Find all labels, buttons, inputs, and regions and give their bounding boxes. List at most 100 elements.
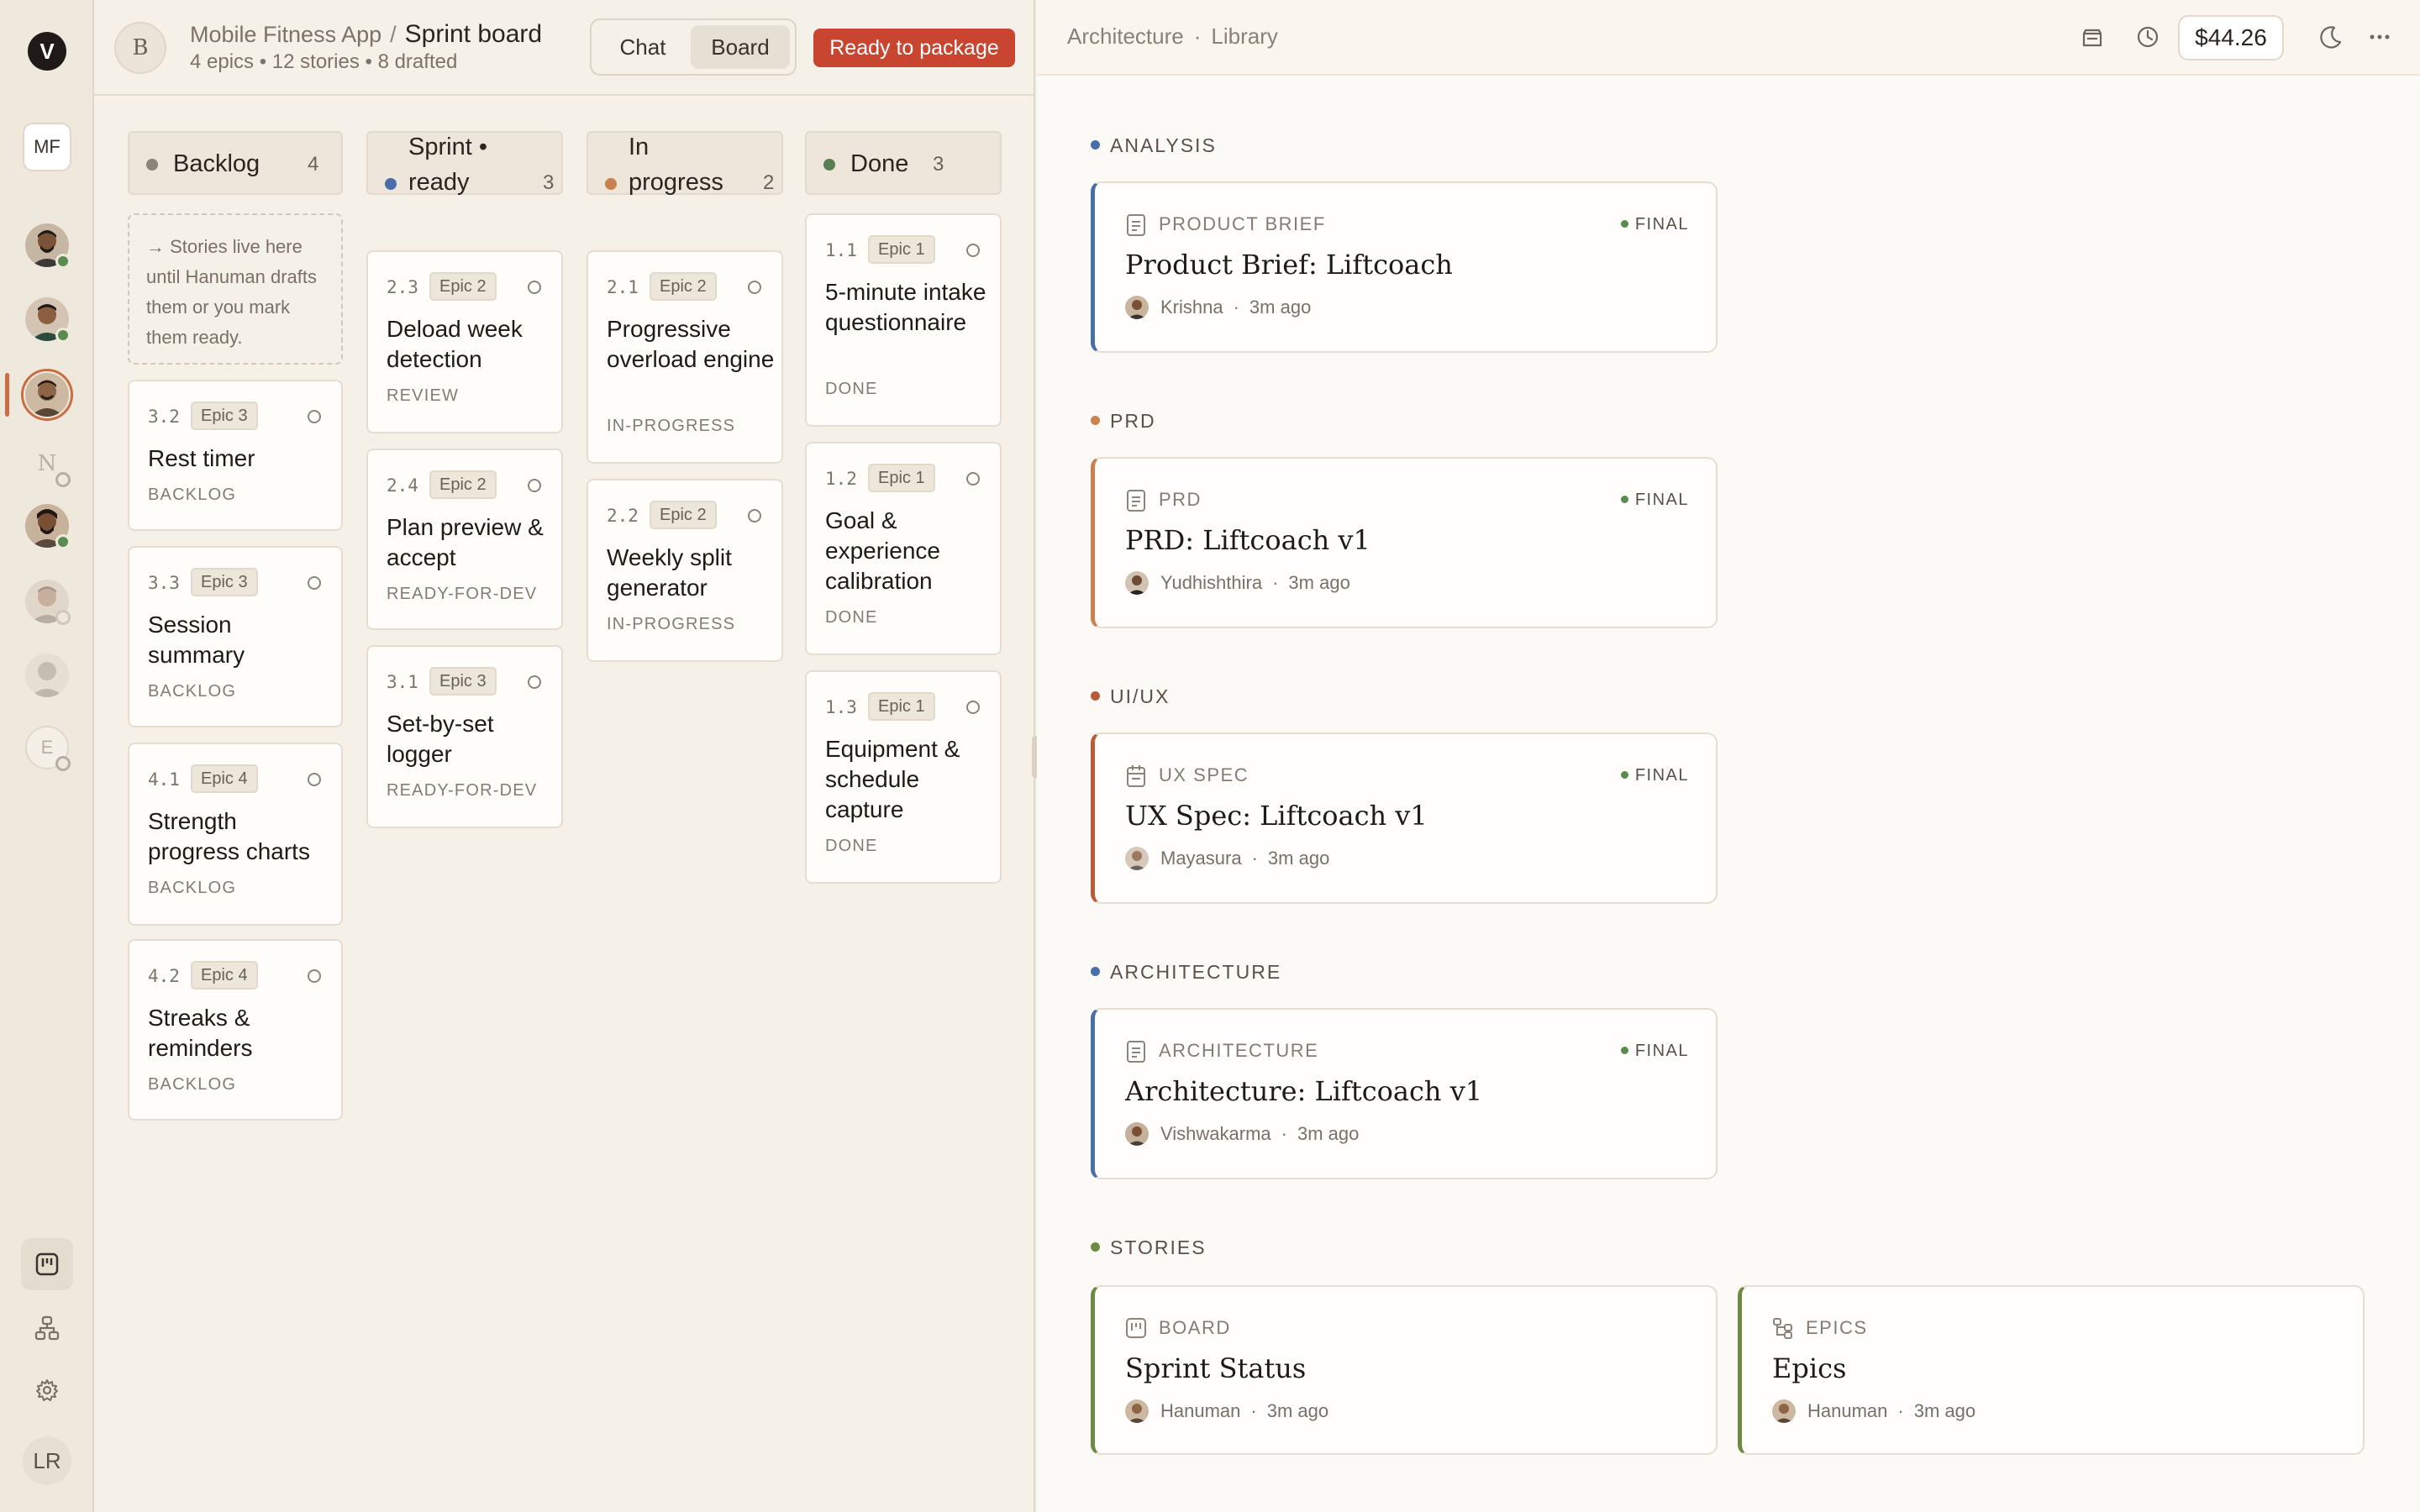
story-card[interactable]: 3.2 Epic 3 Rest timer BACKLOG	[128, 380, 343, 531]
breadcrumb-project[interactable]: Mobile Fitness App	[190, 22, 381, 47]
document-title: Epics	[1772, 1352, 1847, 1384]
epic-badge: Epic 2	[650, 501, 717, 529]
document-card[interactable]: PRD FINAL PRD: Liftcoach v1 Yudhishthira…	[1091, 457, 1718, 628]
status-circle-icon[interactable]	[748, 509, 761, 522]
document-card[interactable]: EPICS Epics Hanuman · 3m ago	[1738, 1285, 2365, 1455]
status-circle-icon[interactable]	[966, 472, 980, 486]
avatar	[1125, 571, 1149, 595]
backlog-hint: → Stories live here until Hanuman drafts…	[128, 213, 343, 365]
story-card[interactable]: 2.2 Epic 2 Weekly split generator IN-PRO…	[587, 479, 783, 662]
story-number: 3.2	[148, 407, 180, 427]
hierarchy-tool-button[interactable]	[21, 1302, 73, 1354]
agent-avatar-e[interactable]: E	[25, 726, 71, 771]
user-avatar[interactable]: LR	[23, 1436, 71, 1485]
board-tool-button[interactable]	[21, 1238, 73, 1290]
breadcrumb-architecture[interactable]: Architecture	[1067, 24, 1184, 49]
avatar	[1125, 1122, 1149, 1146]
epic-badge: Epic 3	[191, 568, 258, 596]
story-card[interactable]: 3.1 Epic 3 Set-by-set logger READY-FOR-D…	[366, 645, 563, 828]
more-icon[interactable]	[2370, 34, 2390, 40]
section-dot	[1091, 140, 1100, 150]
status-circle-icon[interactable]	[966, 701, 980, 714]
story-number: 2.3	[387, 277, 418, 297]
author-name: Hanuman	[1160, 1400, 1241, 1421]
story-number: 2.4	[387, 475, 418, 496]
status-circle-icon[interactable]	[308, 410, 321, 423]
page-title: Sprint board	[404, 20, 543, 48]
board-tab[interactable]: Board	[691, 25, 790, 69]
story-card[interactable]: 4.2 Epic 4 Streaks & reminders BACKLOG	[128, 939, 343, 1121]
status-circle-icon[interactable]	[308, 773, 321, 786]
column-color-dot	[385, 178, 397, 190]
status-badge: FINAL	[1620, 215, 1689, 234]
status-circle-icon[interactable]	[966, 244, 980, 257]
epic-badge: Epic 2	[429, 272, 497, 301]
document-card[interactable]: PRODUCT BRIEF FINAL Product Brief: Liftc…	[1091, 181, 1718, 353]
status-circle-icon[interactable]	[528, 281, 541, 294]
agent-avatar-n[interactable]: N	[25, 442, 71, 487]
document-card[interactable]: ARCHITECTURE FINAL Architecture: Liftcoa…	[1091, 1008, 1718, 1179]
package-icon[interactable]	[2079, 24, 2106, 50]
offline-status-dot	[55, 610, 71, 625]
document-card[interactable]: BOARD Sprint Status Hanuman · 3m ago	[1091, 1285, 1718, 1455]
agent-avatar-1[interactable]	[25, 223, 71, 269]
agent-avatar-7[interactable]	[25, 654, 69, 697]
hierarchy-icon	[1772, 1317, 1794, 1339]
status-circle-icon[interactable]	[528, 675, 541, 689]
story-card[interactable]: 2.1 Epic 2 Progressive overload engine I…	[587, 250, 783, 464]
cost-badge[interactable]: $44.26	[2178, 15, 2284, 60]
agent-avatar-5[interactable]	[25, 504, 71, 549]
document-title: Architecture: Liftcoach v1	[1125, 1075, 1483, 1107]
status-circle-icon[interactable]	[528, 479, 541, 492]
story-card[interactable]: 1.2 Epic 1 Goal & experience calibration…	[805, 442, 1002, 655]
section-heading-architecture: ARCHITECTURE	[1091, 961, 1281, 984]
epic-badge: Epic 2	[429, 470, 497, 499]
status-circle-icon[interactable]	[748, 281, 761, 294]
moon-icon[interactable]	[2316, 24, 2344, 52]
agent-avatar[interactable]: B	[114, 22, 166, 74]
status-circle-icon[interactable]	[308, 576, 321, 590]
story-card[interactable]: 2.3 Epic 2 Deload week detection REVIEW	[366, 250, 563, 433]
story-number: 1.3	[825, 697, 857, 717]
document-type: ARCHITECTURE	[1159, 1040, 1319, 1061]
document-meta: Yudhishthira · 3m ago	[1125, 571, 1350, 595]
epic-badge: Epic 3	[429, 667, 497, 696]
author-name: Yudhishthira	[1160, 572, 1263, 593]
story-card[interactable]: 2.4 Epic 2 Plan preview & accept READY-F…	[366, 449, 563, 630]
timestamp: 3m ago	[1266, 1400, 1329, 1421]
settings-button[interactable]	[21, 1364, 73, 1416]
board-summary: 4 epics • 12 stories • 8 drafted	[190, 50, 458, 73]
agent-avatar-2[interactable]	[25, 297, 71, 343]
agent-avatar-6[interactable]	[25, 580, 71, 625]
online-status-dot	[55, 328, 71, 343]
agent-avatar-3[interactable]	[21, 369, 73, 421]
sprint-board-panel: B Mobile Fitness App / Sprint board 4 epic…	[94, 0, 1035, 1512]
app-logo[interactable]: V	[28, 32, 66, 71]
section-heading-analysis: ANALYSIS	[1091, 134, 1217, 157]
story-status: BACKLOG	[148, 486, 237, 504]
chat-tab[interactable]: Chat	[598, 25, 687, 69]
story-number: 2.1	[607, 277, 639, 297]
author-name: Krishna	[1160, 297, 1223, 318]
timestamp: 3m ago	[1288, 572, 1350, 593]
story-title: Equipment & schedule capture	[825, 736, 960, 822]
workspace-button[interactable]: MF	[23, 123, 71, 171]
online-status-dot	[55, 254, 71, 269]
ready-to-package-button[interactable]: Ready to package	[813, 29, 1015, 67]
status-badge: FINAL	[1620, 1042, 1689, 1061]
column-count: 3	[543, 171, 555, 194]
column-header-in-progress: In progress 2	[587, 131, 783, 196]
breadcrumb: Mobile Fitness App / Sprint board	[190, 20, 542, 49]
status-badge: FINAL	[1620, 766, 1689, 785]
document-card[interactable]: UX SPEC FINAL UX Spec: Liftcoach v1 Maya…	[1091, 732, 1718, 904]
story-card[interactable]: 1.3 Epic 1 Equipment & schedule capture …	[805, 670, 1002, 884]
column-count: 3	[933, 153, 944, 176]
story-card[interactable]: 3.3 Epic 3 Session summary BACKLOG	[128, 546, 343, 727]
status-circle-icon[interactable]	[308, 969, 321, 983]
story-card[interactable]: 4.1 Epic 4 Strength progress charts BACK…	[128, 743, 343, 926]
history-icon[interactable]	[2134, 24, 2161, 50]
selected-indicator	[5, 373, 9, 417]
timestamp: 3m ago	[1267, 848, 1330, 869]
story-card[interactable]: 1.1 Epic 1 5-minute intake questionnaire…	[805, 213, 1002, 427]
breadcrumb-library: Library	[1211, 24, 1278, 49]
